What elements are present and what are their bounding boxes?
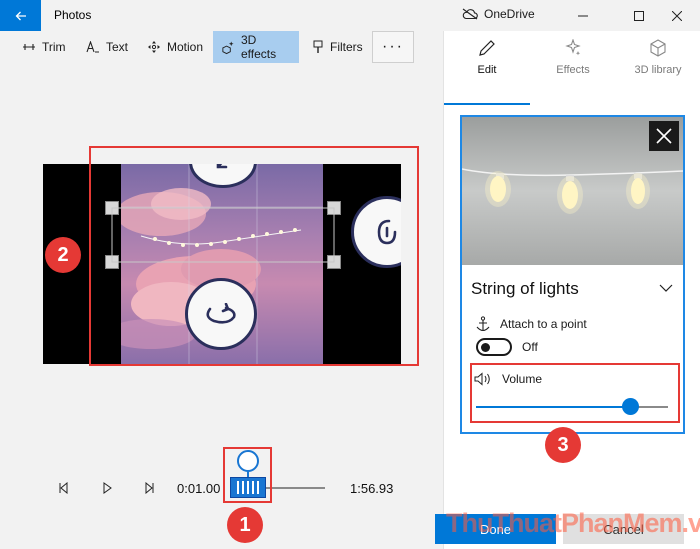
tab-effects[interactable]: Effects xyxy=(530,39,616,97)
attach-toggle-state: Off xyxy=(522,340,538,354)
side-panel: Edit Effects 3D library String of lights xyxy=(443,31,700,549)
3d-effects-icon xyxy=(222,40,234,54)
effect-title: String of lights xyxy=(471,279,579,298)
cloud-icon xyxy=(462,8,478,20)
active-tab-indicator xyxy=(444,103,530,105)
3d-effects-label: 3D effects xyxy=(240,33,277,61)
chevron-down-icon xyxy=(659,284,673,292)
annotation-badge-2: 2 xyxy=(45,237,81,273)
motion-label: Motion xyxy=(167,40,204,54)
effect-thumbnail xyxy=(462,117,683,265)
more-button[interactable]: ··· xyxy=(372,31,414,63)
back-arrow-icon xyxy=(15,11,26,20)
remove-effect-button[interactable] xyxy=(649,121,679,151)
annotation-box-3 xyxy=(470,363,680,423)
app-title: Photos xyxy=(54,8,92,22)
end-time: 1:56.93 xyxy=(350,481,394,496)
anchor-icon xyxy=(476,316,490,332)
tab-edit-label: Edit xyxy=(477,64,497,76)
editor-toolbar: Trim Text Motion 3D effects Filters ··· xyxy=(0,31,443,63)
expand-effect-button[interactable] xyxy=(659,279,673,297)
trim-label: Trim xyxy=(42,40,66,54)
onedrive-label: OneDrive xyxy=(484,7,535,21)
annotation-badge-3: 3 xyxy=(545,427,581,463)
maximize-icon xyxy=(634,10,644,21)
attach-label: Attach to a point xyxy=(500,317,587,331)
filters-label: Filters xyxy=(330,40,363,54)
tab-3d-library[interactable]: 3D library xyxy=(615,39,700,97)
annotation-badge-1: 1 xyxy=(227,507,263,543)
pencil-icon xyxy=(479,40,495,56)
filters-button[interactable]: Filters xyxy=(306,31,369,63)
minimize-button[interactable] xyxy=(560,0,606,31)
minimize-icon xyxy=(578,15,588,16)
text-icon xyxy=(86,41,99,53)
onedrive-button[interactable]: OneDrive xyxy=(462,7,535,21)
cube-icon xyxy=(650,39,666,57)
text-label: Text xyxy=(106,40,129,54)
3d-effects-button[interactable]: 3D effects xyxy=(213,31,299,63)
next-frame-button[interactable] xyxy=(141,481,157,495)
close-window-button[interactable] xyxy=(654,0,700,31)
tab-effects-label: Effects xyxy=(556,64,590,76)
previous-frame-icon xyxy=(59,482,68,494)
play-icon xyxy=(103,482,112,494)
back-button[interactable] xyxy=(0,0,41,31)
annotation-box-2 xyxy=(89,146,419,366)
annotation-box-1 xyxy=(223,447,272,503)
close-icon xyxy=(656,128,672,144)
title-bar: Photos OneDrive xyxy=(0,0,700,31)
previous-frame-button[interactable] xyxy=(56,481,72,495)
text-button[interactable]: Text xyxy=(80,31,134,63)
motion-button[interactable]: Motion xyxy=(141,31,209,63)
current-time: 0:01.00 xyxy=(177,481,221,496)
attach-toggle[interactable] xyxy=(476,338,512,356)
tab-edit[interactable]: Edit xyxy=(444,39,530,105)
tab-3d-library-label: 3D library xyxy=(634,64,682,76)
filters-icon xyxy=(313,40,323,53)
trim-button[interactable]: Trim xyxy=(16,31,72,63)
trim-icon xyxy=(23,44,35,50)
attach-row: Attach to a point xyxy=(476,316,587,332)
close-icon xyxy=(672,10,682,21)
play-button[interactable] xyxy=(99,481,115,495)
watermark: ThuThuatPhanMem.vn xyxy=(446,508,700,538)
motion-icon xyxy=(148,41,160,53)
sparkle-icon xyxy=(565,39,581,56)
next-frame-icon xyxy=(145,482,154,494)
